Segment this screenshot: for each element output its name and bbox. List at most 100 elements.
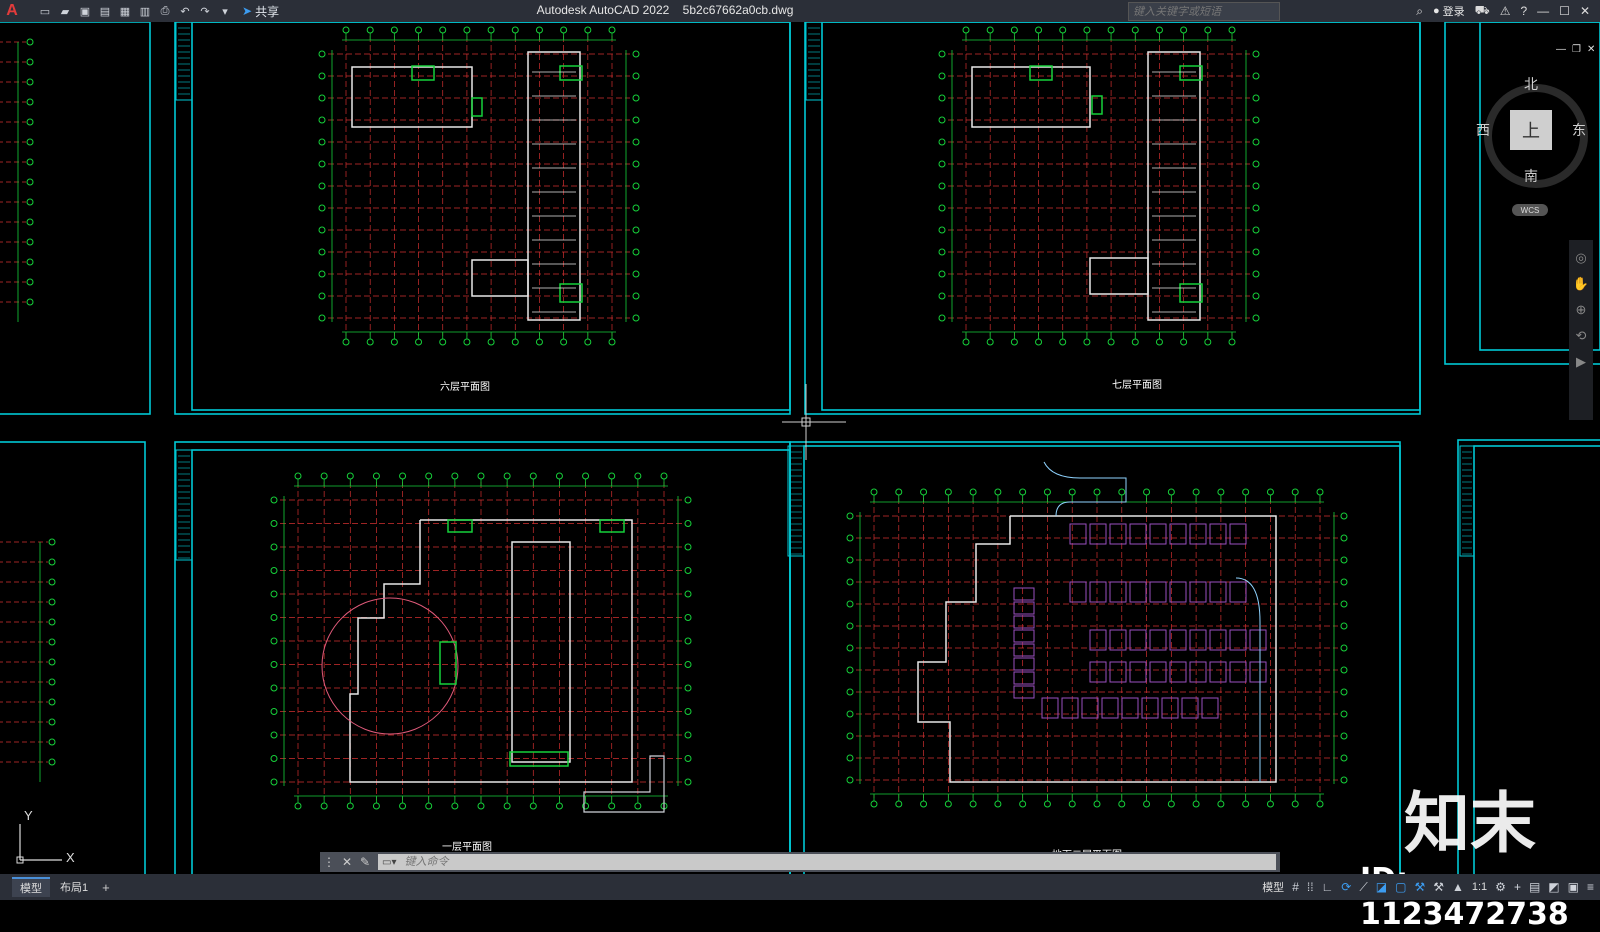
annotation-visibility-icon[interactable]: ⚒ (1414, 880, 1425, 894)
search-icon[interactable]: ⌕ (1416, 4, 1423, 19)
plan6-axis-bubble (318, 50, 326, 58)
left2-axis-bubble (48, 738, 56, 746)
b2-axis-bubble (1291, 488, 1299, 496)
help-icon[interactable]: ? (1520, 4, 1527, 18)
b2-parking-stall (1209, 523, 1227, 545)
viewcube-top-face[interactable]: 上 (1510, 110, 1552, 150)
annotation-scale-value[interactable]: 1:1 (1472, 881, 1487, 893)
vp-close-icon[interactable]: ✕ (1587, 44, 1595, 60)
plan7-axis-bubble (938, 204, 946, 212)
cmd-close-icon[interactable]: ✕ (338, 855, 356, 869)
tab-model[interactable]: 模型 (12, 877, 50, 897)
customization-icon[interactable]: ≡ (1587, 880, 1594, 894)
plan1-axis-bubble (270, 496, 278, 504)
autodesk-a360-icon[interactable]: ⚠ (1500, 4, 1511, 18)
sheet-frame (0, 441, 146, 874)
b2-drive-aisle (1235, 577, 1261, 782)
minimize-icon[interactable]: — (1537, 4, 1549, 18)
polar-icon[interactable]: ⟳ (1341, 880, 1351, 894)
b2-parking-stall (1101, 697, 1119, 719)
plan1-axis-bubble (503, 472, 511, 480)
plus-icon[interactable]: + (1514, 880, 1521, 894)
plan1-axis-bubble (684, 567, 692, 574)
plan6-axis-bubble (390, 26, 398, 34)
b2-parking-stall (1129, 661, 1147, 683)
compass-south[interactable]: 南 (1524, 166, 1538, 186)
add-layout-icon[interactable]: + (102, 880, 110, 895)
plan1-axis-bubble (270, 520, 278, 527)
annotation-scale-icon[interactable]: ▲ (1452, 880, 1464, 894)
plan-title-1: 一层平面图 (442, 842, 492, 853)
cmd-customize-icon[interactable]: ✎ (356, 855, 374, 869)
sheet-frame (803, 445, 1401, 874)
viewcube[interactable]: 上 北 南 西 东 WCS (1468, 72, 1588, 242)
command-input[interactable] (396, 855, 1276, 869)
viewport-controls: — ❐ ✕ (1556, 44, 1600, 60)
plan1-axis-bubble (634, 472, 642, 480)
zoom-icon[interactable]: ⊕ (1576, 302, 1587, 318)
b2-axis-bubble (846, 732, 854, 740)
maximize-icon[interactable]: ☐ (1559, 4, 1570, 18)
b2-axis-bubble (1217, 488, 1225, 496)
tab-layout1[interactable]: 布局1 (52, 878, 96, 896)
b2-axis-bubble (1217, 800, 1225, 808)
plan1-round-hall (321, 597, 459, 735)
close-icon[interactable]: ✕ (1580, 4, 1590, 18)
plan6-axis-bubble (632, 160, 640, 168)
plan6-axis-bubble (632, 182, 640, 190)
recent-commands-icon[interactable]: ▭▾ (378, 857, 396, 868)
plan6-axis-bubble (608, 26, 616, 34)
command-input-box: ▭▾ (378, 854, 1276, 870)
plan6-axis-bubble (318, 270, 326, 278)
vp-minimize-icon[interactable]: — (1556, 44, 1566, 60)
pan-icon[interactable]: ✋ (1573, 276, 1589, 292)
plan6-axis-bubble (366, 338, 374, 346)
b2-axis-bubble (846, 622, 854, 630)
snap-icon[interactable]: ⁞⁞ (1307, 880, 1314, 894)
drawing-canvas[interactable]: 六层平面图 七层平面图 一层平面图 地下二层平面图 Y X — ❐ ✕ 上 北 … (0, 22, 1600, 932)
vp-restore-icon[interactable]: ❐ (1572, 44, 1581, 60)
hardware-accel-icon[interactable]: ◩ (1548, 880, 1559, 894)
b2-axis-bubble (1340, 754, 1348, 762)
osnap-icon[interactable]: ◪ (1376, 880, 1387, 894)
search-input[interactable] (1129, 4, 1275, 19)
b2-parking-stall (1109, 661, 1127, 683)
compass-north[interactable]: 北 (1524, 74, 1538, 94)
grip-icon[interactable]: ⋮ (320, 855, 338, 869)
isolate-icon[interactable]: ▤ (1529, 880, 1540, 894)
plan7-axis-bubble (938, 50, 946, 58)
cart-icon[interactable]: ⛟ (1475, 3, 1490, 19)
left2-axis-bubble (48, 578, 56, 586)
infer-icon[interactable]: ∟ (1322, 880, 1334, 894)
model-space-button[interactable]: 模型 (1262, 879, 1284, 895)
plan6-axis-bubble (584, 26, 592, 34)
workspace-gear-icon[interactable]: ⚙ (1495, 880, 1506, 894)
compass-west[interactable]: 西 (1476, 120, 1490, 140)
plan7-axis-bubble (1252, 72, 1260, 80)
b2-axis-bubble (1242, 488, 1250, 496)
left2-axis-bubble (48, 558, 56, 566)
b2-axis-bubble (1340, 666, 1348, 674)
b2-parking-stall (1109, 581, 1127, 603)
otrack-icon[interactable]: ▢ (1395, 880, 1406, 894)
showmotion-icon[interactable]: ▶ (1576, 354, 1586, 370)
plan6-axis-bubble (632, 72, 640, 80)
plan1-axis-bubble (529, 802, 537, 810)
grid-icon[interactable]: # (1292, 880, 1299, 894)
plan1-axis-bubble (684, 755, 692, 762)
wcs-menu[interactable]: WCS (1512, 204, 1548, 216)
plan7-axis-bubble (1252, 94, 1260, 102)
sheet-frame (804, 22, 1421, 415)
cad-drawing[interactable] (0, 22, 1600, 874)
steering-wheel-icon[interactable]: ◎ (1575, 250, 1586, 266)
plan7-axis-bubble (1180, 338, 1188, 346)
plan1-ramp (583, 755, 665, 813)
compass-east[interactable]: 东 (1572, 120, 1586, 140)
clean-screen-icon[interactable]: ▣ (1568, 880, 1579, 894)
autoscale-icon[interactable]: ⚒ (1433, 880, 1444, 894)
login-button[interactable]: ● 登录 (1433, 3, 1465, 19)
plan6-axis-bubble (439, 338, 447, 346)
orbit-icon[interactable]: ⟲ (1576, 328, 1587, 344)
isodraft-icon[interactable]: ⟋ (1359, 880, 1367, 895)
b2-parking-stall (1169, 581, 1187, 603)
